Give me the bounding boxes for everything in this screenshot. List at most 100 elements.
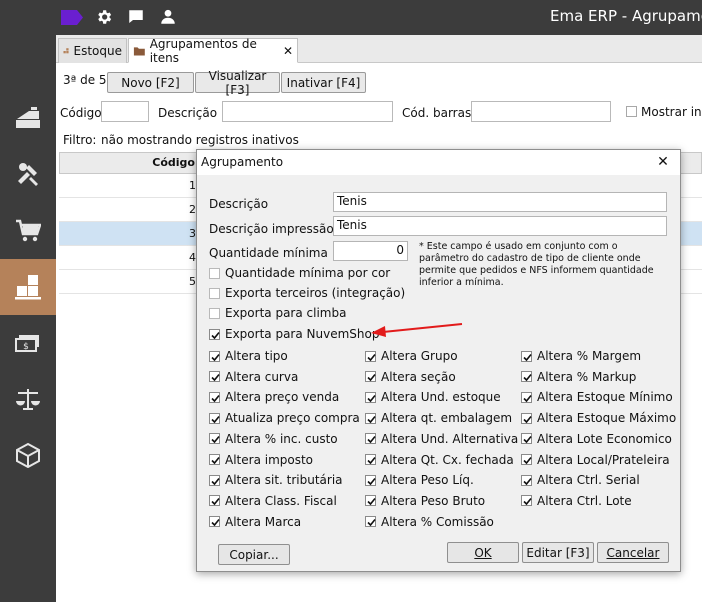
checkbox-col3-5[interactable]: Altera Local/Prateleira: [521, 453, 670, 467]
sidebar-item-finance[interactable]: $: [0, 315, 56, 371]
filter-label: Filtro:: [63, 133, 97, 147]
view-button[interactable]: Visualizar [F3]: [195, 69, 280, 97]
checkbox-col1-7[interactable]: Altera Class. Fiscal: [209, 494, 337, 508]
chat-icon[interactable]: [127, 8, 145, 28]
checkbox-box-checked: [209, 350, 220, 362]
gear-icon[interactable]: [95, 8, 113, 28]
checkbox-col2-1[interactable]: Altera seção: [365, 370, 456, 384]
checkbox-col1-6[interactable]: Altera sit. tributária: [209, 473, 343, 487]
checkbox-col3-0[interactable]: Altera % Margem: [521, 349, 641, 363]
user-icon[interactable]: [159, 8, 177, 28]
min-qty-input[interactable]: 0: [333, 241, 408, 261]
sidebar-item-fiscal[interactable]: [0, 371, 56, 427]
checkbox-label: Quantidade mínima por cor: [225, 266, 391, 280]
ok-button[interactable]: OK: [447, 542, 519, 563]
checkbox-col3-1[interactable]: Altera % Markup: [521, 370, 636, 384]
checkbox-label: Altera imposto: [225, 452, 314, 467]
checkbox-col3-6[interactable]: Altera Ctrl. Serial: [521, 473, 640, 487]
checkbox-label: Altera % Comissão: [381, 514, 494, 529]
edit-button-label: Editar [F3]: [526, 545, 590, 560]
sidebar-item-sales[interactable]: [0, 203, 56, 259]
checkbox-box-checked: [365, 371, 376, 383]
sidebar-item-cashier[interactable]: [0, 90, 56, 146]
code-input[interactable]: [101, 101, 149, 122]
close-icon[interactable]: ✕: [654, 153, 672, 171]
sidebar-item-products[interactable]: [0, 427, 56, 483]
dialog-titlebar[interactable]: Agrupamento ✕: [197, 150, 680, 175]
barcode-input[interactable]: [471, 101, 611, 122]
checkbox-col1-2[interactable]: Altera preço venda: [209, 390, 339, 404]
copy-button[interactable]: Copiar...: [218, 544, 290, 565]
checkbox-col1-1[interactable]: Altera curva: [209, 370, 298, 384]
row-code: 2: [189, 203, 196, 216]
checkbox-col1-8[interactable]: Altera Marca: [209, 515, 301, 529]
checkbox-label: Altera Peso Bruto: [381, 493, 486, 508]
checkbox-box-checked: [365, 391, 376, 403]
checkbox-col2-4[interactable]: Altera Und. Alternativa: [365, 432, 518, 446]
cancel-button-label: Cancelar: [606, 545, 660, 560]
checkbox-box: [209, 307, 220, 319]
tab-estoque[interactable]: Estoque: [58, 38, 127, 63]
desc-input[interactable]: Tenis: [333, 192, 667, 212]
boxes-icon: [63, 48, 69, 54]
checkbox-label: Exporta terceiros (integração): [225, 286, 406, 300]
grouping-dialog: Agrupamento ✕ Descrição Tenis Descrição …: [196, 149, 681, 572]
checkbox-col2-7[interactable]: Altera Peso Bruto: [365, 494, 485, 508]
checkbox-box: [209, 287, 220, 299]
checkbox-col2-3[interactable]: Altera qt. embalagem: [365, 411, 512, 425]
show-inactive-checkbox[interactable]: [626, 106, 637, 117]
checkbox-col3-7[interactable]: Altera Ctrl. Lote: [521, 494, 632, 508]
new-button[interactable]: Novo [F2]: [107, 72, 194, 93]
checkbox-label: Altera tipo: [225, 349, 288, 363]
show-inactive-label: Mostrar ina: [641, 105, 702, 119]
checkbox-col3-4[interactable]: Altera Lote Economico: [521, 432, 672, 446]
cancel-button[interactable]: Cancelar: [597, 542, 669, 563]
checkbox-col1-3[interactable]: Atualiza preço compra: [209, 411, 360, 425]
description-input[interactable]: [222, 101, 393, 122]
boxes-icon: [15, 275, 41, 300]
checkbox-label: Altera % inc. custo: [225, 431, 338, 446]
grid-header-code[interactable]: Código: [152, 156, 195, 169]
checkbox-col2-0[interactable]: Altera Grupo: [365, 349, 458, 363]
min-qty-color-checkbox[interactable]: Quantidade mínima por cor: [209, 266, 390, 280]
record-counter: 3ª de 5: [63, 73, 107, 87]
deactivate-button[interactable]: Inativar [F4]: [281, 72, 366, 93]
checkbox-box-checked: [365, 350, 376, 362]
tab-close-icon[interactable]: ✕: [283, 44, 293, 58]
edit-button[interactable]: Editar [F3]: [522, 542, 594, 563]
export-nuvemshop-checkbox[interactable]: Exporta para NuvemShop: [209, 327, 379, 341]
checkbox-col2-8[interactable]: Altera % Comissão: [365, 515, 494, 529]
folder-icon: [133, 46, 145, 56]
tab-agrupamentos[interactable]: Agrupamentos de itens ✕: [128, 36, 298, 65]
checkbox-box-checked: [521, 350, 532, 362]
desc-print-label: Descrição impressão: [209, 222, 334, 236]
sidebar: $: [0, 35, 56, 602]
app-logo-icon[interactable]: [61, 10, 83, 25]
cart-icon: [16, 219, 41, 242]
tab-estoque-label: Estoque: [73, 44, 123, 58]
checkbox-box-checked: [209, 495, 220, 507]
checkbox-col3-3[interactable]: Altera Estoque Máximo: [521, 411, 676, 425]
checkbox-col2-6[interactable]: Altera Peso Líq.: [365, 473, 474, 487]
export-third-checkbox[interactable]: Exporta terceiros (integração): [209, 286, 405, 300]
barcode-label: Cód. barras: [402, 106, 472, 120]
checkbox-col3-2[interactable]: Altera Estoque Mínimo: [521, 390, 673, 404]
checkbox-label: Altera Und. estoque: [381, 390, 501, 405]
row-code: 1: [189, 179, 196, 192]
desc-print-input[interactable]: Tenis: [333, 216, 667, 236]
checkbox-col1-4[interactable]: Altera % inc. custo: [209, 432, 338, 446]
sidebar-item-stock[interactable]: [0, 259, 56, 315]
checkbox-col2-2[interactable]: Altera Und. estoque: [365, 390, 501, 404]
checkbox-col1-5[interactable]: Altera imposto: [209, 453, 313, 467]
checkbox-box-checked: [209, 454, 220, 465]
code-label: Código: [60, 106, 102, 120]
checkbox-col2-5[interactable]: Altera Qt. Cx. fechada: [365, 453, 514, 467]
sidebar-item-tools[interactable]: [0, 146, 56, 202]
tab-agrupamentos-label: Agrupamentos de itens: [149, 36, 257, 65]
checkbox-col1-0[interactable]: Altera tipo: [209, 349, 288, 363]
export-climba-checkbox[interactable]: Exporta para climba: [209, 306, 346, 320]
checkbox-label: Altera Und. Alternativa: [381, 431, 519, 446]
min-qty-note: * Este campo é usado em conjunto com o p…: [419, 241, 654, 288]
red-arrow-annotation: [371, 323, 463, 337]
package-icon: [16, 442, 40, 468]
